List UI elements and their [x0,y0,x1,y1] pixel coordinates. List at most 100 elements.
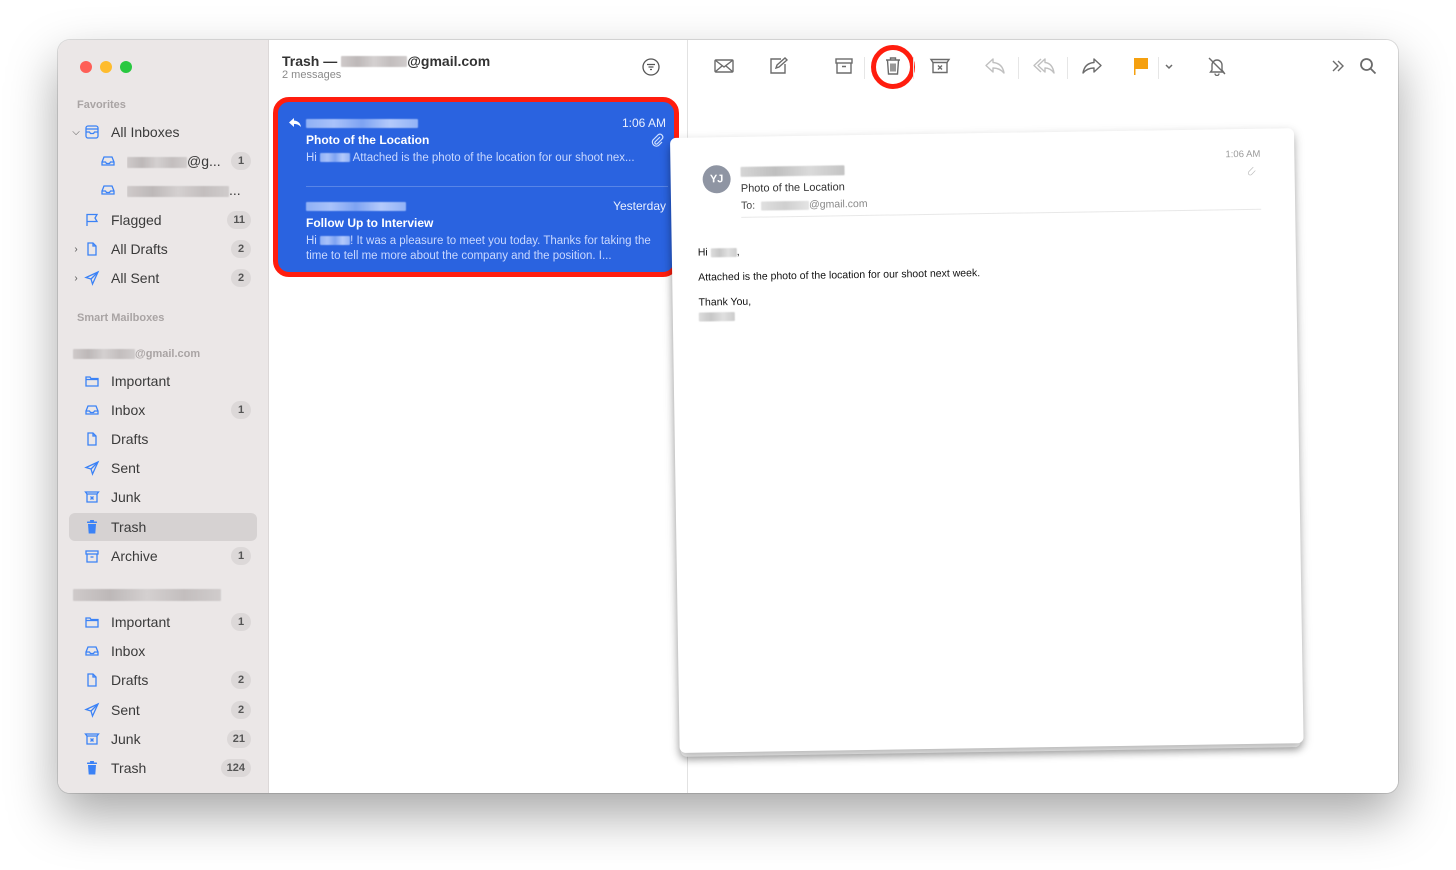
selected-messages-highlight: 1:06 AM Photo of the Location Hi Attache… [273,97,679,277]
more-toolbar-button[interactable] [1324,56,1352,80]
message-subject: Follow Up to Interview [306,216,434,230]
count-badge: 2 [231,240,251,258]
redacted-text [761,200,810,211]
chevron-right-icon[interactable]: › [69,273,83,284]
search-button[interactable] [1354,56,1382,80]
smart-mailboxes-heading[interactable]: Smart Mailboxes [77,312,164,324]
drafts-icon [83,431,101,447]
junk-icon [83,489,101,505]
delete-button-highlight [871,45,915,89]
redacted-text [73,349,135,359]
divider [864,57,865,79]
message-list: Trash — @gmail.com 2 messages 1:06 AM Ph… [269,40,688,793]
count-badge: 2 [231,269,251,287]
sender-name [740,161,845,181]
archive-icon [833,56,855,81]
reply-button[interactable] [981,56,1009,80]
trash-icon [83,760,101,776]
move-to-junk-button[interactable] [926,56,954,80]
archive-button[interactable] [830,56,858,80]
redacted-text [73,589,221,601]
folder-icon [83,373,101,389]
message-row[interactable]: Yesterday Follow Up to Interview Hi ! It… [278,198,674,272]
get-mail-button[interactable] [710,56,738,80]
count-badge: 11 [227,211,251,229]
reply-all-icon [1033,56,1055,81]
count-badge: 21 [226,730,251,748]
sidebar-item-inbox[interactable]: Inbox 1 [69,396,257,424]
mute-button[interactable] [1203,56,1231,80]
account1-heading[interactable]: @gmail.com [73,348,200,360]
favorites-heading: Favorites [77,99,126,111]
inbox-icon [99,153,117,169]
redacted-text [710,247,737,258]
sidebar: Favorites ⌵ All Inboxes @g... 1 ... Flag… [58,40,269,793]
count-badge: 124 [220,759,251,777]
zoom-window-button[interactable] [120,61,132,73]
avatar: YJ [702,165,731,194]
divider [1067,57,1068,79]
sidebar-item-sent[interactable]: Sent [69,454,257,482]
flag-button[interactable] [1126,56,1154,80]
sent-icon [83,702,101,718]
reply-all-button[interactable] [1030,56,1058,80]
inbox-icon [83,402,101,418]
redacted-text [740,165,845,177]
count-badge: 2 [231,701,251,719]
sidebar-item-junk[interactable]: Junk [69,483,257,511]
forward-icon [1081,56,1103,81]
drafts-icon [83,241,101,257]
sidebar-item-trash[interactable]: Trash [69,513,257,541]
sidebar-item-trash-2[interactable]: Trash 124 [69,754,257,782]
message-preview: Hi Attached is the photo of the location… [306,152,635,164]
sidebar-item-archive[interactable]: Archive 1 [69,542,257,570]
message-preview-card[interactable]: YJ Photo of the Location To: @gmail.com … [670,128,1304,753]
flag-menu-button[interactable] [1158,56,1180,80]
sidebar-item-drafts-2[interactable]: Drafts 2 [69,666,257,694]
forward-button[interactable] [1078,56,1106,80]
sidebar-item-inbox-2[interactable]: Inbox [69,637,257,665]
message-subject: Photo of the Location [740,181,845,195]
sidebar-item-junk-2[interactable]: Junk 21 [69,725,257,753]
minimize-window-button[interactable] [100,61,112,73]
message-time: 1:06 AM [621,116,666,130]
redacted-text [127,185,229,197]
folder-icon [83,614,101,630]
divider [1018,57,1019,79]
sidebar-item-account2-inbox[interactable]: ... [99,176,257,204]
chevron-down-icon [1158,56,1180,81]
mailbox-title: Trash — @gmail.com [282,53,491,69]
sidebar-item-all-drafts[interactable]: › All Drafts 2 [69,235,257,263]
message-subject: Photo of the Location [306,133,430,147]
sidebar-item-flagged[interactable]: Flagged 11 [69,206,257,234]
filter-icon[interactable] [641,57,661,77]
sidebar-item-all-inboxes[interactable]: ⌵ All Inboxes [69,118,257,146]
message-time: 1:06 AM [1225,148,1261,161]
close-window-button[interactable] [80,61,92,73]
message-preview: Hi ! It was a pleasure to meet you today… [306,235,651,262]
compose-button[interactable] [764,56,792,80]
sidebar-item-drafts[interactable]: Drafts [69,425,257,453]
count-badge: 1 [231,547,251,565]
unread-badge: 1 [231,401,251,419]
message-count: 2 messages [282,69,342,81]
sidebar-item-sent-2[interactable]: Sent 2 [69,696,257,724]
sidebar-item-account1-inbox[interactable]: @g... 1 [99,147,257,175]
compose-icon [767,56,789,81]
unread-badge: 1 [231,152,251,170]
bell-slash-icon [1206,56,1228,81]
account2-heading[interactable] [73,589,221,601]
drafts-icon [83,672,101,688]
chevron-right-icon[interactable]: › [69,244,83,255]
inbox-icon [83,643,101,659]
chevron-down-icon[interactable]: ⌵ [69,127,83,138]
sidebar-item-important[interactable]: Important [69,367,257,395]
sidebar-item-all-sent[interactable]: › All Sent 2 [69,264,257,292]
redacted-text [341,55,408,67]
replied-icon [288,116,302,128]
sidebar-item-important-2[interactable]: Important 1 [69,608,257,636]
sent-icon [83,270,101,286]
count-badge: 2 [231,671,251,689]
attachment-icon [650,133,664,147]
message-time: Yesterday [613,199,666,213]
